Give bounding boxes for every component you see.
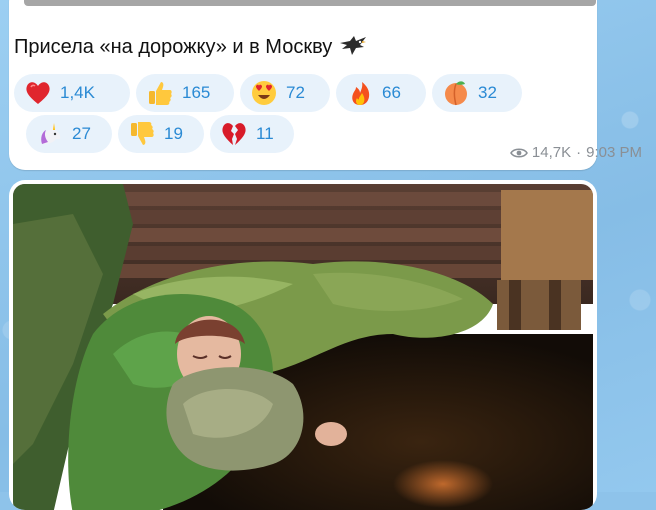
thumbs-down-icon [131,122,154,145]
reaction-thumbs-up[interactable]: 165 [136,74,234,112]
caption-text: Присела «на дорожку» и в Москву [14,36,333,58]
reaction-red-heart[interactable]: 1,4K [14,74,130,112]
views-count: 14,7K [531,144,572,161]
reaction-count: 32 [478,83,497,102]
eye-icon [509,147,528,158]
unicorn-icon [41,123,61,144]
photo[interactable] [13,184,593,510]
heart-eyes-icon [252,81,276,105]
reaction-heart-eyes[interactable]: 72 [240,74,330,112]
reaction-count: 66 [382,83,401,102]
message-caption: Присела «на дорожку» и в Москву [14,33,368,59]
broken-heart-icon [222,123,246,145]
reaction-count: 165 [182,83,211,102]
reaction-unicorn[interactable]: 27 [26,115,112,153]
previous-media-edge [24,0,596,6]
reaction-peach[interactable]: 32 [432,74,522,112]
reaction-count: 19 [164,124,183,143]
photo-message-bubble[interactable] [9,180,597,510]
eagle-icon [340,36,367,55]
meta-separator: · [576,144,582,161]
peach-icon [445,81,467,106]
reaction-count: 72 [286,83,305,102]
thumbs-up-icon [149,82,172,105]
message-meta: 14,7K · 9:03 PM [509,144,642,161]
reaction-count: 27 [72,124,91,143]
message-time: 9:03 PM [586,144,642,161]
photo-banya-scene [13,184,593,510]
reaction-count: 1,4K [60,83,95,102]
reaction-count: 11 [256,124,274,143]
fire-icon [352,82,370,105]
reaction-thumbs-down[interactable]: 19 [118,115,204,153]
reaction-broken-heart[interactable]: 11 [210,115,294,153]
reaction-fire[interactable]: 66 [336,74,426,112]
red-heart-icon [26,82,50,104]
